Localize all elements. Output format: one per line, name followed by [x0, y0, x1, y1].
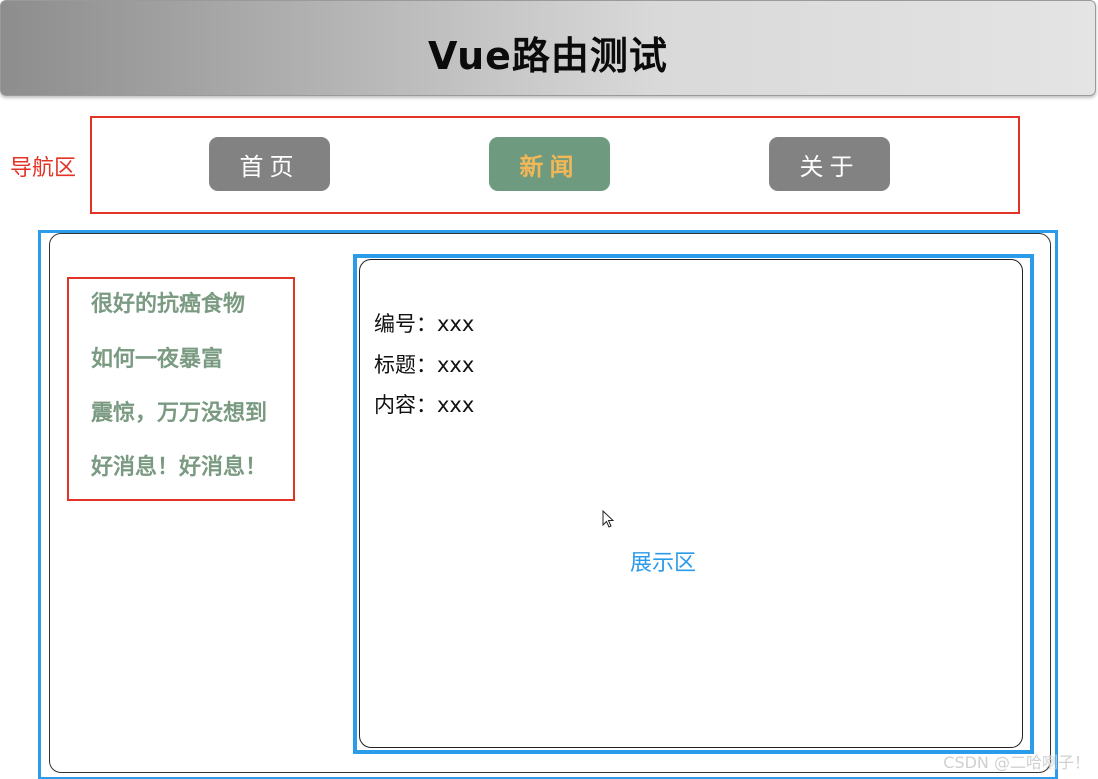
news-list-item[interactable]: 震惊，万万没想到: [91, 395, 267, 427]
news-list: 很好的抗癌食物 如何一夜暴富 震惊，万万没想到 好消息！好消息！: [67, 277, 295, 501]
nav-button-news[interactable]: 新闻: [489, 137, 610, 191]
watermark: CSDN @二哈喇子！: [943, 753, 1090, 772]
display-area-label: 展示区: [630, 551, 697, 576]
detail-content: 内容：xxx: [374, 393, 475, 417]
nav-area-label: 导航区: [10, 156, 77, 181]
mouse-cursor-icon: [602, 510, 615, 528]
page: Vue路由测试 导航区 首页 新闻 关于 很好的抗癌食物 如何一夜暴富 震惊，万…: [0, 0, 1098, 779]
app-header: Vue路由测试: [0, 0, 1096, 96]
display-area: 编号：xxx 标题：xxx 内容：xxx 展示区: [359, 259, 1023, 748]
news-list-item[interactable]: 如何一夜暴富: [91, 341, 223, 373]
nav-area: 首页 新闻 关于: [90, 116, 1020, 214]
news-list-item[interactable]: 好消息！好消息！: [91, 449, 267, 481]
page-title: Vue路由测试: [428, 34, 668, 78]
nav-button-about[interactable]: 关于: [769, 137, 890, 191]
nav-button-home[interactable]: 首页: [209, 137, 330, 191]
detail-title: 标题：xxx: [374, 353, 475, 377]
news-list-item[interactable]: 很好的抗癌食物: [91, 286, 245, 318]
detail-id: 编号：xxx: [374, 312, 475, 336]
